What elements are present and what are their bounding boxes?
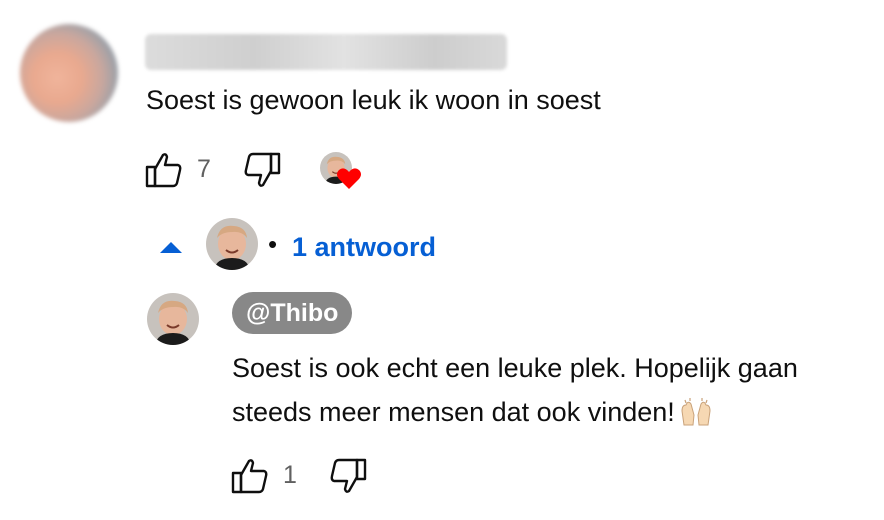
commenter-name-redacted xyxy=(145,34,507,70)
separator-dot: • xyxy=(268,229,278,259)
thumbs-down-icon xyxy=(330,458,367,493)
reply-text: Soest is ook echt een leuke plek. Hopeli… xyxy=(232,353,798,427)
reply-author-avatar[interactable] xyxy=(147,293,199,345)
reply-author-avatar-small xyxy=(206,218,258,270)
raised-hands-emoji xyxy=(679,396,713,440)
commenter-avatar[interactable] xyxy=(20,24,118,122)
replies-count-label: 1 antwoord xyxy=(292,232,437,262)
reply-like-button[interactable] xyxy=(230,456,270,496)
thumbs-up-icon xyxy=(145,153,182,188)
dislike-button[interactable] xyxy=(242,150,282,190)
thumbs-up-icon xyxy=(231,459,268,494)
replies-toggle[interactable]: • 1 antwoord xyxy=(160,218,460,270)
reply-author-chip[interactable]: @Thibo xyxy=(232,292,353,334)
caret-up-icon xyxy=(160,242,182,253)
like-count: 7 xyxy=(197,155,211,183)
reply-dislike-button[interactable] xyxy=(328,456,368,496)
reply-text-container: Soest is ook echt een leuke plek. Hopeli… xyxy=(232,346,872,440)
reply-like-count: 1 xyxy=(283,461,297,489)
heart-icon xyxy=(337,168,361,189)
creator-heart-badge xyxy=(320,152,366,196)
like-button[interactable] xyxy=(144,150,184,190)
comment-text: Soest is gewoon leuk ik woon in soest xyxy=(146,85,601,115)
thumbs-down-icon xyxy=(244,152,281,187)
